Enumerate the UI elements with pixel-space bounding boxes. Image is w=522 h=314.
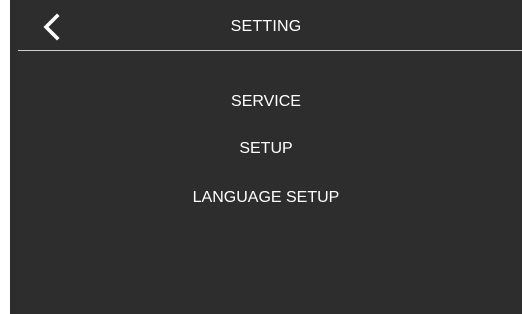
menu-item-service[interactable]: SERVICE [10,87,522,117]
menu-item-language-setup[interactable]: LANGUAGE SETUP [10,183,522,213]
menu-item-setup[interactable]: SETUP [10,134,522,164]
header-bar: SETTING [10,0,522,52]
header-divider [18,50,522,51]
page-title: SETTING [230,18,302,35]
settings-screen: SETTING SERVICE SETUP LANGUAGE SETUP [10,0,522,314]
